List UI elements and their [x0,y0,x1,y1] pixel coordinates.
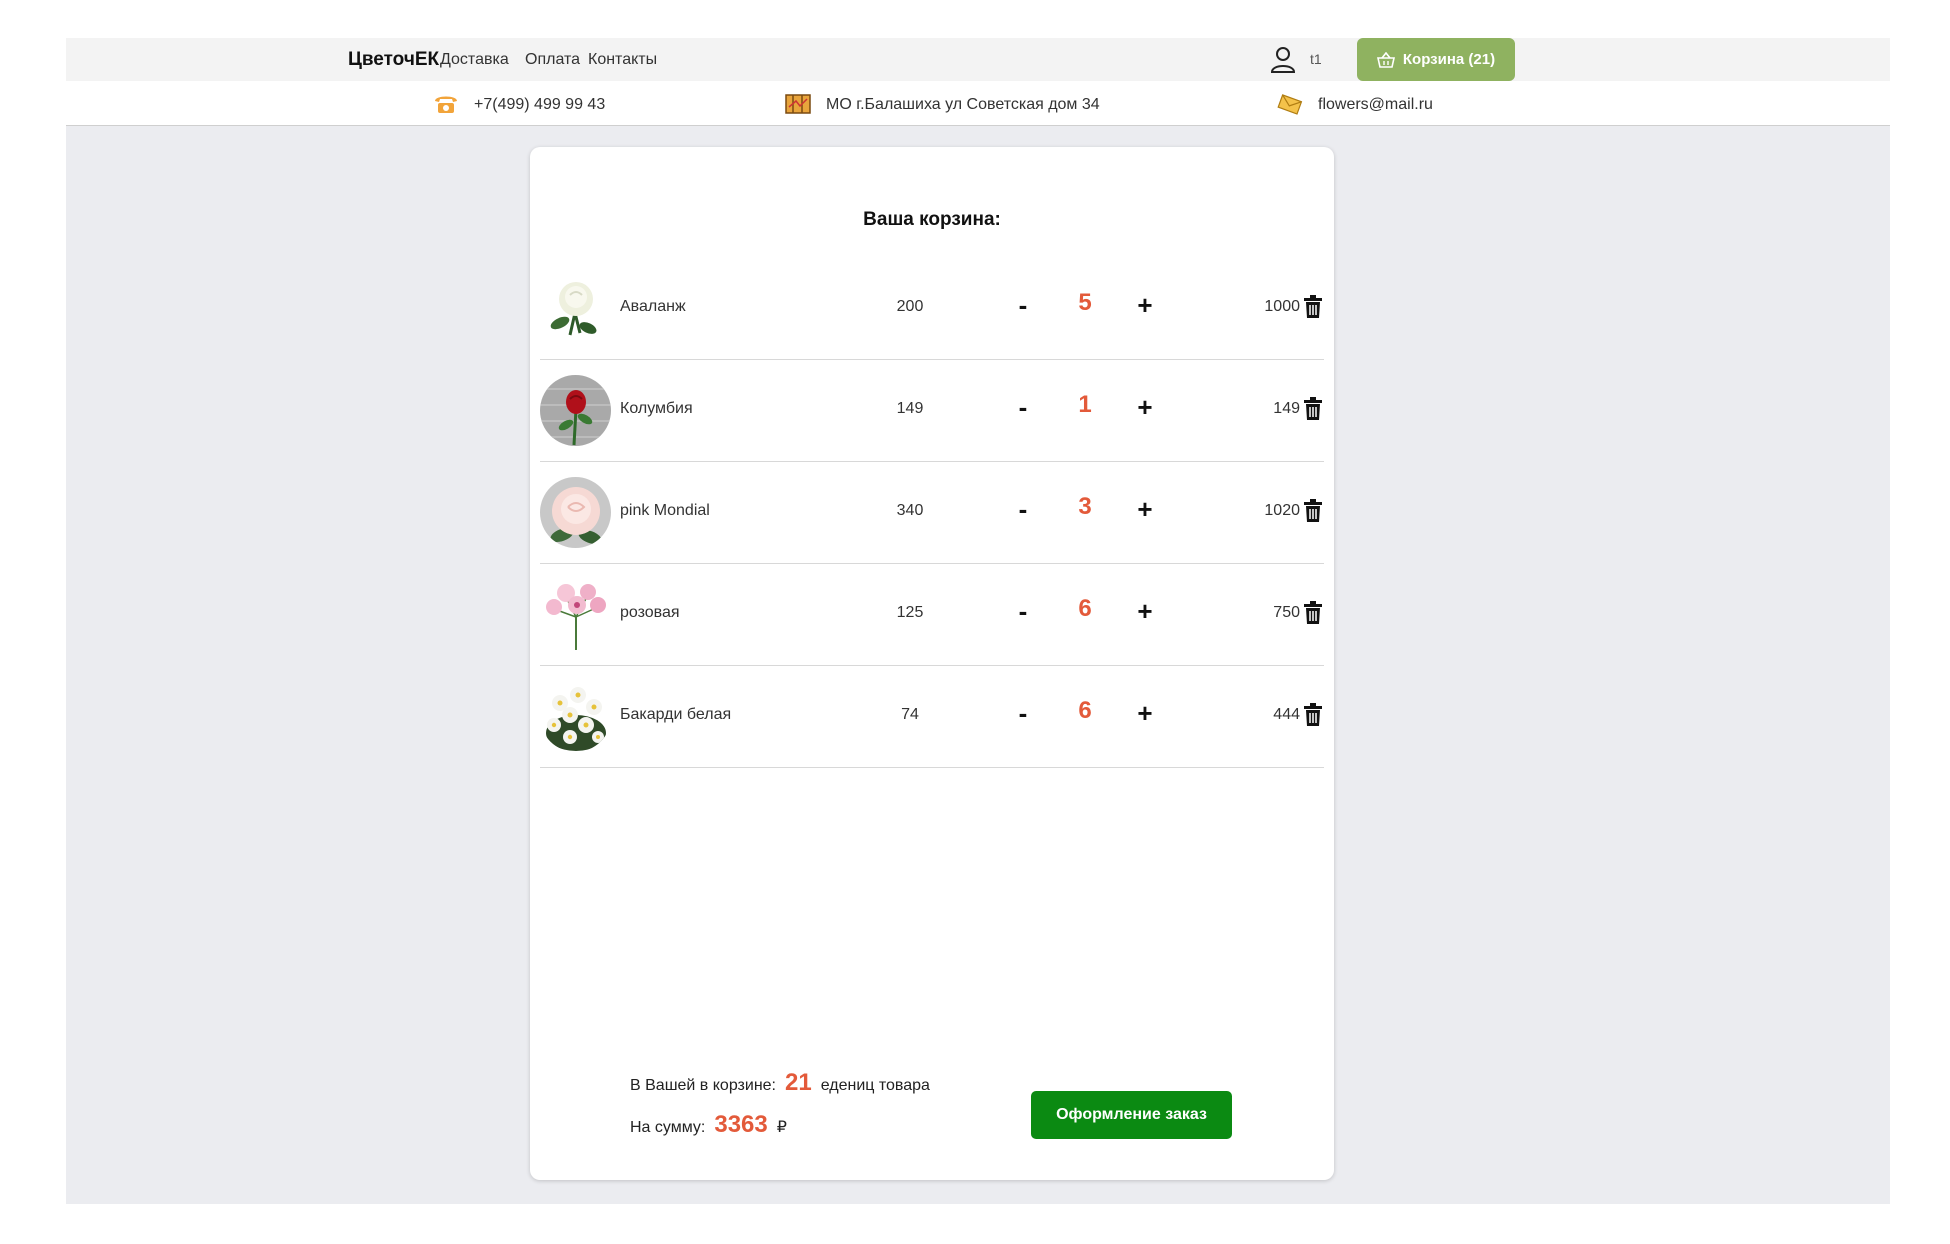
decrease-button[interactable]: - [1008,698,1038,728]
item-name: Колумбия [620,400,693,417]
item-total: 444 [1273,706,1300,723]
trash-icon[interactable] [1302,397,1324,421]
cart-item: розовая 125 - 6 + 750 [540,564,1324,666]
item-quantity: 5 [1078,289,1092,316]
cart-sum-summary: На сумму: 3363 ₽ [630,1111,787,1139]
item-name: розовая [620,604,680,621]
item-quantity: 6 [1078,697,1092,724]
cart-item: Бакарди белая 74 - 6 + 444 [540,666,1324,768]
increase-button[interactable]: + [1130,290,1160,320]
item-name: pink Mondial [620,502,710,519]
flower-image-white-rose [540,273,611,344]
cart-title: Ваша корзина: [863,209,1001,230]
item-price: 74 [901,706,919,723]
cart-item: Колумбия 149 - 1 + 149 [540,360,1324,462]
trash-icon[interactable] [1302,295,1324,319]
item-total: 1020 [1264,502,1300,519]
flower-image-pink-rose [540,477,611,548]
phone-icon [435,96,457,113]
map-icon [785,94,811,114]
nav-delivery[interactable]: Доставка [440,51,509,69]
nav-contacts[interactable]: Контакты [588,51,657,69]
user-icon[interactable] [1269,45,1297,73]
cart-card: Ваша корзина: Аваланж 200 - 5 + 1000 Кол… [530,147,1334,1180]
item-price: 149 [896,400,924,417]
item-price: 125 [896,604,924,621]
flower-image-red-rose [540,375,611,446]
increase-button[interactable]: + [1130,392,1160,422]
increase-button[interactable]: + [1130,494,1160,524]
item-total: 149 [1273,400,1300,417]
count-suffix: едениц товара [820,1077,930,1094]
email-info: flowers@mail.ru [1276,94,1433,116]
page-frame: ЦветочЕК Доставка Оплата Контакты t1 Кор… [66,38,1890,1204]
nav-payment[interactable]: Оплата [525,51,580,69]
cart-item: pink Mondial 340 - 3 + 1020 [540,462,1324,564]
decrease-button[interactable]: - [1008,392,1038,422]
checkout-button[interactable]: Оформление заказ [1031,1091,1232,1139]
envelope-icon [1277,94,1303,115]
phone-number[interactable]: +7(499) 499 99 43 [474,96,605,114]
flower-image-white-chrysanthemum [540,681,611,752]
decrease-button[interactable]: - [1008,596,1038,626]
sum-prefix: На сумму: [630,1119,706,1136]
email-address[interactable]: flowers@mail.ru [1318,96,1433,114]
trash-icon[interactable] [1302,499,1324,523]
item-quantity: 1 [1078,391,1092,418]
item-price: 200 [896,298,924,315]
cart-button-label: Корзина (21) [1402,51,1496,68]
item-total: 750 [1273,604,1300,621]
currency-sign: ₽ [776,1119,787,1136]
cart-count: 21 [785,1069,812,1096]
phone-info: +7(499) 499 99 43 [432,94,605,116]
item-name: Бакарди белая [620,706,732,723]
flower-image-pink-lily [540,579,611,650]
trash-icon[interactable] [1302,703,1324,727]
item-quantity: 3 [1078,493,1092,520]
increase-button[interactable]: + [1130,596,1160,626]
item-quantity: 6 [1078,595,1092,622]
decrease-button[interactable]: - [1008,494,1038,524]
contact-bar: +7(499) 499 99 43 МО г.Балашиха ул Совет… [66,81,1890,126]
decrease-button[interactable]: - [1008,290,1038,320]
basket-icon [1376,51,1395,68]
brand-logo[interactable]: ЦветочЕК [348,49,439,71]
address-text: МО г.Балашиха ул Советская дом 34 [826,96,1100,113]
count-prefix: В Вашей в корзине: [630,1077,776,1094]
trash-icon[interactable] [1302,601,1324,625]
cart-item: Аваланж 200 - 5 + 1000 [540,258,1324,360]
item-total: 1000 [1264,298,1300,315]
item-price: 340 [896,502,924,519]
item-name: Аваланж [620,298,686,315]
cart-list: Аваланж 200 - 5 + 1000 Колумбия 149 - 1 … [540,258,1324,768]
address-info: МО г.Балашиха ул Советская дом 34 [784,94,1100,116]
cart-sum: 3363 [714,1111,768,1138]
cart-button[interactable]: Корзина (21) [1357,38,1515,81]
user-name[interactable]: t1 [1310,51,1322,67]
increase-button[interactable]: + [1130,698,1160,728]
cart-count-summary: В Вашей в корзине: 21 едениц товара [630,1069,930,1097]
top-navbar: ЦветочЕК Доставка Оплата Контакты t1 Кор… [66,38,1890,81]
